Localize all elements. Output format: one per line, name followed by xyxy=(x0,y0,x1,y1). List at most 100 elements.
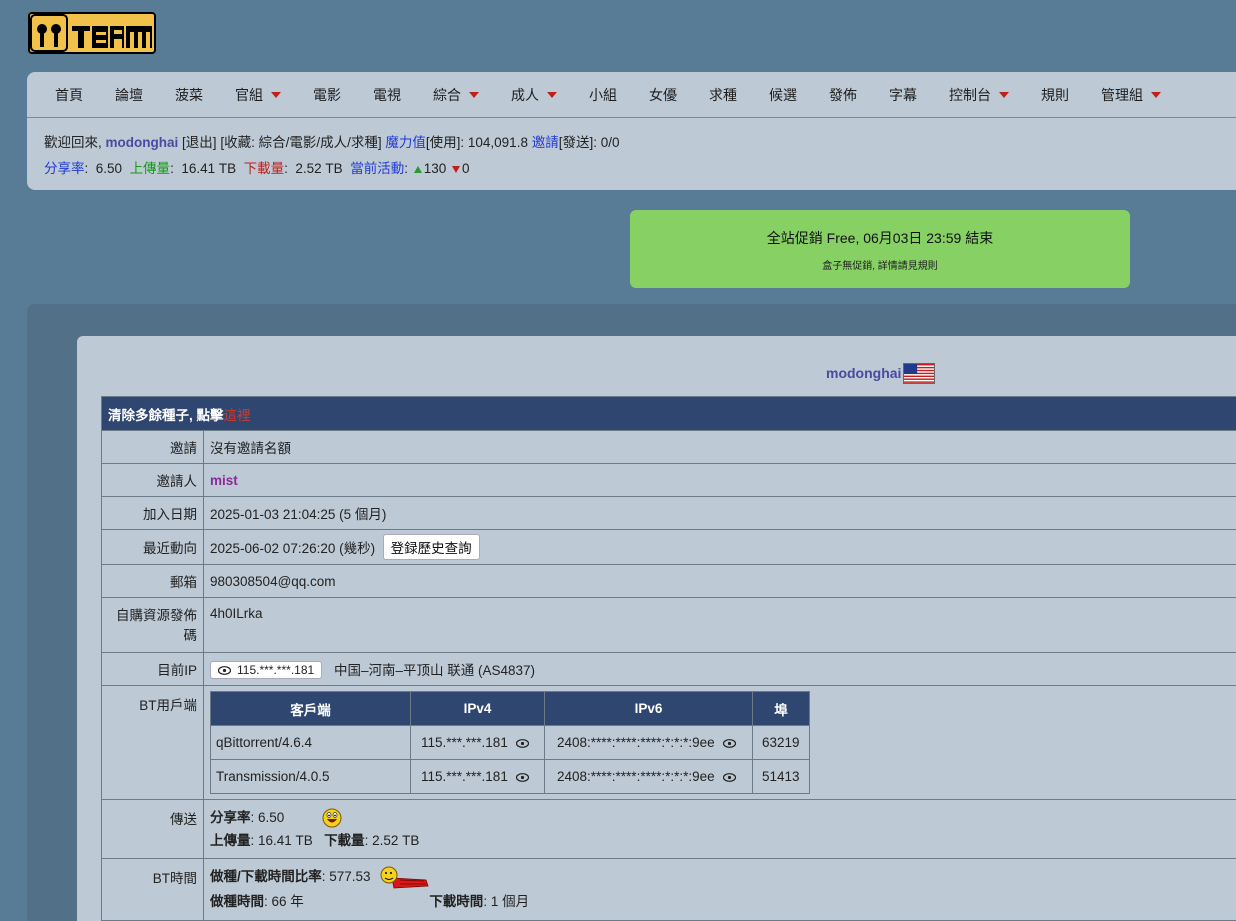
nav-item-12[interactable]: 發佈 xyxy=(829,85,857,105)
nav-item-16[interactable]: 管理組 xyxy=(1101,85,1161,105)
inviter-link[interactable]: mist xyxy=(210,473,238,488)
last-seen-row-label: 最近動向 xyxy=(101,529,204,565)
row-bt-clients: BT用戶端 客戶端 IPv4 IPv6 埠 qBittorrent/4.6.4 1… xyxy=(101,685,1236,800)
client-row: Transmission/4.0.5 115.***.***.181 2408:**… xyxy=(210,759,810,794)
nav-item-0[interactable]: 首頁 xyxy=(55,85,83,105)
nav-item-label: 管理組 xyxy=(1101,86,1143,103)
nav-item-label: 求種 xyxy=(709,86,737,103)
bt-time-ratio-value: : 577.53 xyxy=(321,869,371,885)
us-flag-icon xyxy=(903,363,935,384)
user-stats-line: 分享率: 6.50 上傳量: 16.41 TB 下載量: 2.52 TB 當前活… xyxy=(44,161,470,176)
ip-value: 115.***.***.181 xyxy=(237,663,315,678)
upload-value: 16.41 TB xyxy=(181,161,237,176)
nav-item-label: 電視 xyxy=(373,86,401,103)
profile-table: 清除多餘種子, 點擊這裡 邀請 沒有邀請名額 邀請人 mist 加入日期 202… xyxy=(101,396,1236,921)
nav-item-label: 論壇 xyxy=(115,86,143,103)
row-passkey: 自購資源發佈碼 4h0ILrka xyxy=(101,597,1236,653)
joined-row-value: 2025-01-03 21:04:25 (5 個月) xyxy=(203,496,1236,530)
nav-item-1[interactable]: 論壇 xyxy=(115,85,143,105)
row-inviter: 邀請人 mist xyxy=(101,463,1236,497)
email-row-value: 980308504@qq.com xyxy=(203,564,1236,598)
nav-item-label: 女優 xyxy=(649,86,677,103)
client-ipv4: 115.***.***.181 xyxy=(410,725,545,760)
eye-icon[interactable] xyxy=(515,739,529,748)
bt-time-ratio-label: 做種/下載時間比率 xyxy=(210,869,322,885)
nav-item-3[interactable]: 官組 xyxy=(235,85,281,105)
cleanup-link[interactable]: 這裡 xyxy=(224,408,251,423)
transfer-ratio-value: : 6.50 xyxy=(250,810,285,825)
promo-title: 全站促銷 Free, 06月03日 23:59 結束 xyxy=(766,230,994,246)
nav-item-11[interactable]: 候選 xyxy=(769,85,797,105)
nav-item-6[interactable]: 綜合 xyxy=(433,85,479,105)
bt-time-row-label: BT時間 xyxy=(101,858,204,921)
row-transfer: 傳送 分享率: 6.50 上傳量: 16.41 TB 下載量: 2.52 TB xyxy=(101,799,1236,859)
download-value: 2.52 TB xyxy=(295,161,343,176)
ip-reveal-toggle[interactable]: 115.***.***.181 xyxy=(210,661,323,680)
nav-item-label: 發佈 xyxy=(829,86,857,103)
username-link[interactable]: modonghai xyxy=(106,135,179,150)
seeding-count[interactable]: 130 xyxy=(424,161,447,176)
transfer-row-label: 傳送 xyxy=(101,799,204,859)
invite-row-value: 沒有邀請名額 xyxy=(203,430,1236,464)
nav-item-label: 小組 xyxy=(589,86,617,103)
nav-item-14[interactable]: 控制台 xyxy=(949,85,1009,105)
client-name: qBittorrent/4.6.4 xyxy=(210,725,411,760)
col-port: 埠 xyxy=(752,691,810,726)
nav-item-7[interactable]: 成人 xyxy=(511,85,557,105)
col-ipv4: IPv4 xyxy=(410,691,545,726)
nav-item-4[interactable]: 電影 xyxy=(313,85,341,105)
happy-smiley-icon xyxy=(322,808,342,828)
ipv6-value: 2408:****:****:****:*:*:*:9ee xyxy=(557,735,715,750)
invite-link[interactable]: 邀請 xyxy=(532,135,559,150)
nav-item-label: 官組 xyxy=(235,86,263,103)
leeching-arrow-icon xyxy=(452,165,461,173)
nav-item-9[interactable]: 女優 xyxy=(649,85,677,105)
nav-item-label: 電影 xyxy=(313,86,341,103)
nav-item-8[interactable]: 小組 xyxy=(589,85,617,105)
bt-clients-row-label: BT用戶端 xyxy=(101,685,204,800)
client-row: qBittorrent/4.6.4 115.***.***.181 2408:***… xyxy=(210,725,810,760)
last-seen-value: 2025-06-02 07:26:20 (幾秒) xyxy=(210,541,376,556)
nav-item-10[interactable]: 求種 xyxy=(709,85,737,105)
favorites-links[interactable]: 綜合/電影/成人/求種] xyxy=(259,135,382,150)
login-history-button[interactable]: 登録歷史查詢 xyxy=(382,534,480,560)
site-logo[interactable] xyxy=(28,12,156,54)
inviter-row-label: 邀請人 xyxy=(101,463,204,497)
ip-location: 中国–河南–平顶山 联通 (AS4837) xyxy=(333,662,536,678)
eye-icon[interactable] xyxy=(722,739,736,748)
row-email: 郵箱 980308504@qq.com xyxy=(101,564,1236,598)
transfer-download-value: : 2.52 TB xyxy=(364,833,420,848)
upload-label: 上傳量 xyxy=(129,161,171,176)
client-name: Transmission/4.0.5 xyxy=(210,759,411,794)
nav-item-15[interactable]: 規則 xyxy=(1041,85,1069,105)
nav-item-5[interactable]: 電視 xyxy=(373,85,401,105)
eye-icon xyxy=(218,665,231,675)
nav-item-label: 綜合 xyxy=(433,86,461,103)
nav-item-label: 規則 xyxy=(1041,86,1069,103)
nav-item-2[interactable]: 菠菜 xyxy=(175,85,203,105)
transfer-ratio-label: 分享率 xyxy=(210,810,251,825)
welcome-text: 歡迎回來, xyxy=(44,135,102,150)
dl-time-value: : 1 個月 xyxy=(483,893,530,909)
bonus-link[interactable]: 魔力值 xyxy=(385,135,426,150)
nav-item-label: 成人 xyxy=(511,86,539,103)
nav-item-13[interactable]: 字幕 xyxy=(889,85,917,105)
caret-down-icon xyxy=(469,91,479,98)
row-bt-time: BT時間 做種/下載時間比率: 577.53 做種時間: 66 年 下載時間: … xyxy=(101,858,1236,921)
leeching-count[interactable]: 0 xyxy=(462,161,470,176)
joined-row-label: 加入日期 xyxy=(101,496,204,530)
client-ipv6: 2408:****:****:****:*:*:*:9ee xyxy=(544,725,753,760)
cleanup-text: 清除多餘種子, 點擊 xyxy=(108,407,224,423)
eye-icon[interactable] xyxy=(515,773,529,782)
favorites-label: [收藏: xyxy=(220,135,255,150)
nav-item-label: 控制台 xyxy=(949,86,991,103)
client-ipv4: 115.***.***.181 xyxy=(410,759,545,794)
activity-link[interactable]: 當前活動 xyxy=(350,161,404,176)
logout-link[interactable]: [退出] xyxy=(182,135,217,150)
bt-clients-table: 客戶端 IPv4 IPv6 埠 qBittorrent/4.6.4 115.***… xyxy=(210,691,810,794)
bonus-value: [使用]: 104,091.8 xyxy=(425,135,528,150)
eye-icon[interactable] xyxy=(722,773,736,782)
download-label: 下載量 xyxy=(243,161,285,176)
passkey-row-label: 自購資源發佈碼 xyxy=(101,597,204,653)
ipv4-value: 115.***.***.181 xyxy=(421,769,508,784)
